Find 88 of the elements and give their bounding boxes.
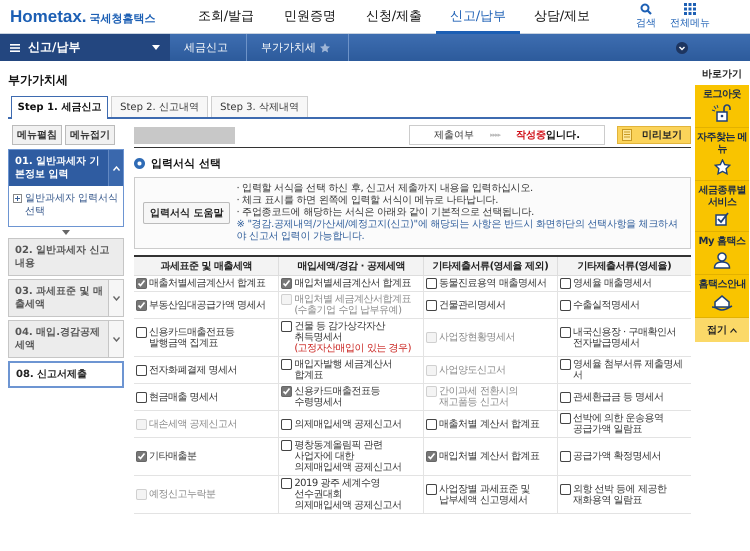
nav-tab[interactable]: 민원증명 — [268, 0, 352, 34]
status-text: 작성중입니다. — [516, 129, 580, 142]
star-icon[interactable] — [320, 42, 330, 52]
person-icon — [713, 251, 731, 269]
checkbox[interactable] — [281, 321, 292, 332]
quick-menu-item[interactable]: 로그아웃 — [695, 85, 749, 128]
plus-icon — [13, 194, 22, 203]
page-title: 부가가치세 — [8, 72, 69, 89]
column-header: 매입세액/경감 · 공제세액 — [278, 256, 424, 276]
form-option-label[interactable]: 현금매출 명세서 — [149, 392, 218, 402]
preview-button[interactable]: 미리보기 — [617, 126, 691, 144]
down-arrow-icon — [62, 230, 70, 235]
unlocked-padlock-icon — [711, 104, 733, 122]
breadcrumb-link[interactable]: 부가가치세 — [261, 40, 316, 55]
checkbox[interactable] — [426, 278, 438, 289]
checkbox[interactable] — [560, 392, 571, 402]
checkbox[interactable] — [426, 418, 438, 430]
chevron-down-icon[interactable] — [676, 42, 688, 54]
step-menu-item[interactable]: 03. 과세표준 및 매출세액 — [8, 279, 124, 317]
checkbox[interactable] — [426, 451, 438, 462]
quick-menu-title: 바로가기 — [701, 68, 743, 81]
remark-text: ※ "경감.공제내역/가산세/예정고지(신고)"에 해당되는 사항은 반드시 화면하단의 선택사항을 체크하셔야 신고서 입력이 가능합니다. — [236, 219, 679, 243]
nav-tab[interactable]: 신청/제출 — [352, 0, 436, 34]
step-menu-item[interactable]: 04. 매입.경감공제세액 — [8, 320, 124, 358]
breadcrumb-link[interactable]: 세금신고 — [184, 40, 228, 55]
star-icon — [714, 159, 730, 175]
checkbox[interactable] — [281, 478, 292, 489]
section-title: 입력서식 선택 — [151, 156, 221, 171]
guide-text: · 입력할 서식을 선택 하신 후, 신고서 제출까지 내용을 입력하십시오. — [236, 183, 534, 195]
menu-toggle-button[interactable]: 메뉴펼침 — [12, 125, 62, 145]
step-tab[interactable]: Step 2. 신고내역 — [111, 96, 208, 117]
quick-menu-item[interactable]: My 홈택스 — [695, 232, 749, 275]
bullet-icon — [134, 158, 145, 169]
checkbox[interactable] — [281, 278, 292, 289]
menu-icon — [10, 44, 20, 52]
section-menu-button[interactable]: 신고/납부 — [0, 34, 170, 61]
quick-menu-item[interactable]: 홈택스안내 — [695, 275, 749, 318]
checkbox[interactable] — [136, 278, 147, 289]
status-label: 제출여부 — [434, 129, 474, 142]
checkbox[interactable] — [560, 278, 571, 289]
house-in-hand-icon — [711, 294, 733, 312]
checkbox[interactable] — [426, 300, 438, 310]
all-menu-button[interactable]: 전체메뉴 — [670, 3, 710, 30]
quick-menu-item[interactable]: 세금종류별 서비스 — [695, 181, 749, 232]
grid-icon — [684, 3, 696, 15]
checkbox[interactable] — [136, 300, 147, 310]
checkbox[interactable] — [136, 451, 147, 462]
form-option-label[interactable]: 공급가액 확정명세서 — [572, 451, 661, 462]
step-menu-item[interactable]: 02. 일반과세자 신고내용 — [8, 238, 124, 276]
document-icon — [622, 129, 632, 141]
step-menu-item[interactable]: 01. 일반과세자 기본정보 입력 — [9, 150, 123, 186]
checkbox[interactable] — [560, 326, 571, 338]
checkbox[interactable] — [136, 326, 147, 338]
sub-menu-link[interactable]: 일반과세자 입력서식 선택 — [25, 192, 119, 218]
checkbox[interactable] — [426, 484, 438, 494]
quick-menu-item[interactable]: 자주찾는 메뉴 — [695, 128, 749, 181]
checkbox[interactable] — [281, 359, 292, 370]
column-header: 기타제출서류(영세율) — [557, 256, 691, 276]
chevron-up-icon — [730, 328, 737, 332]
checkbox[interactable] — [560, 359, 571, 370]
guide-text: · 체크 표시를 하면 왼쪽에 입력할 서식이 메뉴로 나타납니다. — [236, 195, 500, 207]
guide-text: · 주업종코드에 해당하는 서식은 아래와 같이 기본적으로 선택됩니다. — [236, 207, 535, 219]
menu-toggle-button[interactable]: 메뉴접기 — [65, 125, 115, 145]
checkbox[interactable] — [560, 451, 571, 462]
checkbox[interactable] — [136, 364, 147, 376]
collapse-button[interactable]: 접기 — [695, 318, 749, 342]
help-button[interactable]: 입력서식 도움말 — [143, 202, 230, 224]
search-icon — [640, 3, 652, 15]
column-header: 과세표준 및 매출세액 — [134, 256, 279, 276]
checkbox[interactable] — [560, 300, 571, 310]
step-menu-item[interactable]: 08. 신고서제출 — [8, 361, 124, 388]
form-option-label[interactable]: 기타매출분 — [149, 451, 196, 462]
nav-tab[interactable]: 상담/제보 — [520, 0, 604, 34]
checkbox[interactable] — [560, 484, 571, 494]
step-tab[interactable]: Step 1. 세금신고 — [11, 96, 108, 119]
nav-tab[interactable]: 조회/발급 — [184, 0, 268, 34]
search-button[interactable]: 검색 — [636, 3, 656, 30]
step-tab[interactable]: Step 3. 삭제내역 — [211, 96, 308, 117]
logo-text[interactable]: Hometax. — [10, 8, 87, 25]
checkbox[interactable] — [281, 440, 292, 451]
checkbox[interactable] — [281, 418, 292, 430]
column-header: 기타제출서류(영세율 제외) — [424, 256, 558, 276]
checkbox[interactable] — [281, 386, 292, 397]
checkbox-icon — [715, 212, 729, 226]
checkbox[interactable] — [136, 392, 147, 402]
checkbox[interactable] — [560, 413, 571, 424]
logo-subtitle: 국세청홈택스 — [90, 13, 156, 24]
caret-icon — [152, 45, 160, 50]
